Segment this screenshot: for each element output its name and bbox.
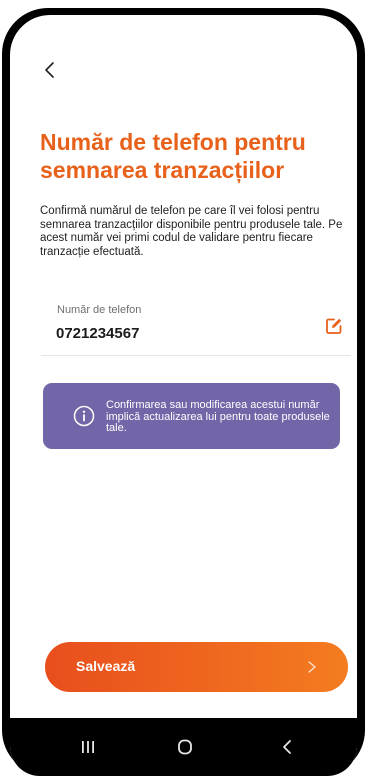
page-description: Confirmă numărul de telefon pe care îl v… bbox=[40, 205, 343, 258]
recents-button[interactable] bbox=[73, 732, 103, 762]
app-screen: Număr de telefon pentru semnarea tranzac… bbox=[10, 15, 357, 776]
save-button-label: Salvează bbox=[76, 658, 136, 674]
home-icon bbox=[178, 739, 192, 755]
back-icon bbox=[283, 740, 291, 754]
edit-phone-button[interactable] bbox=[325, 317, 343, 335]
info-icon bbox=[73, 405, 95, 427]
info-text: Confirmarea sau modificarea acestui numă… bbox=[106, 399, 330, 434]
chevron-right-icon bbox=[308, 661, 316, 673]
save-button[interactable]: Salvează bbox=[45, 642, 348, 692]
chevron-left-icon bbox=[45, 62, 54, 78]
home-button[interactable] bbox=[170, 732, 200, 762]
nav-back-button[interactable] bbox=[272, 732, 302, 762]
edit-icon bbox=[326, 318, 342, 334]
phone-number-field[interactable]: Număr de telefon 0721234567 bbox=[41, 297, 351, 356]
recents-icon bbox=[82, 741, 94, 753]
back-button[interactable] bbox=[39, 58, 63, 82]
system-navigation-bar bbox=[10, 718, 357, 776]
page-title: Număr de telefon pentru semnarea tranzac… bbox=[40, 129, 306, 183]
phone-field-label: Număr de telefon bbox=[57, 304, 142, 316]
info-banner: Confirmarea sau modificarea acestui numă… bbox=[43, 383, 340, 449]
phone-frame: Număr de telefon pentru semnarea tranzac… bbox=[2, 8, 365, 776]
phone-field-value: 0721234567 bbox=[56, 325, 140, 342]
